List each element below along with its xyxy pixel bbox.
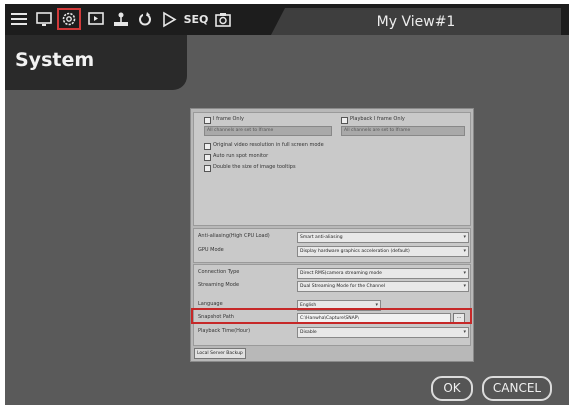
chevron-down-icon: ▾ [463,270,466,276]
chevron-down-icon: ▾ [463,329,466,335]
connection-type-value: Direct RMS(camera streaming mode [300,271,382,276]
antialias-select[interactable]: Smart anti-aliasing ▾ [297,232,469,243]
playback-time-label: Playback Time(Hour) [198,328,251,334]
antialias-label: Anti-aliasing(High CPU Load) [198,233,270,239]
app-window: SEQ My View#1 System I frame Only All ch… [5,4,569,405]
gpu-mode-label: GPU Mode [198,247,224,253]
streaming-mode-label: Streaming Mode [198,282,240,288]
top-toolbar: SEQ My View#1 [5,4,569,35]
streaming-mode-value: Dual Streaming Mode for the Channel [300,284,386,289]
monitor-icon[interactable] [34,9,54,29]
playback-iframe-only-checkbox[interactable] [341,117,348,124]
auto-run-spot-checkbox[interactable] [204,154,211,161]
play-icon[interactable] [160,9,178,29]
playback-icon[interactable] [86,9,106,29]
iframe-only-label: I frame Only [213,116,244,122]
language-label: Language [198,301,223,307]
settings-dialog: I frame Only All channels are set to Ifr… [190,108,474,362]
connection-section: Connection Type Direct RMS(camera stream… [193,264,471,346]
sync-icon[interactable] [135,9,155,29]
chevron-down-icon: ▾ [463,248,466,254]
original-resolution-checkbox[interactable] [204,143,211,150]
cancel-button[interactable]: CANCEL [482,376,552,401]
playback-note-field: All channels are set to Iframe [341,126,465,136]
system-panel-header: System [5,35,187,90]
settings-icon[interactable] [57,8,81,30]
ok-button[interactable]: OK [431,376,473,401]
page-title: System [15,49,95,71]
original-resolution-label: Original video resolution in full screen… [213,142,324,148]
display-options-section: I frame Only All channels are set to Ifr… [193,112,471,226]
connection-type-label: Connection Type [198,269,240,275]
antialias-value: Smart anti-aliasing [300,235,343,240]
connection-type-select[interactable]: Direct RMS(camera streaming mode ▾ [297,268,469,279]
menu-icon[interactable] [9,9,29,29]
view-tab-title: My View#1 [376,14,456,30]
chevron-down-icon: ▾ [463,283,466,289]
double-tooltip-label: Double the size of image tooltips [213,164,296,170]
playback-time-select[interactable]: Disable ▾ [297,327,469,338]
graphics-section: Anti-aliasing(High CPU Load) Smart anti-… [193,228,471,263]
network-icon[interactable] [111,9,131,29]
auto-run-spot-label: Auto run spot monitor [213,153,269,159]
double-tooltip-checkbox[interactable] [204,165,211,172]
local-server-backup-button[interactable]: Local Server Backup [194,348,246,359]
chevron-down-icon: ▾ [463,234,466,240]
streaming-mode-select[interactable]: Dual Streaming Mode for the Channel ▾ [297,281,469,292]
snapshot-path-highlight [191,308,472,324]
iframe-only-checkbox[interactable] [204,117,211,124]
playback-time-value: Disable [300,330,317,335]
iframe-note-field: All channels are set to Iframe [204,126,332,136]
snapshot-icon[interactable] [213,9,233,29]
gpu-mode-value: Display hardware graphics acceleration (… [300,249,410,254]
gpu-mode-select[interactable]: Display hardware graphics acceleration (… [297,246,469,257]
view-tab[interactable]: My View#1 [271,8,561,35]
playback-iframe-only-label: Playback I frame Only [350,116,405,122]
seq-button[interactable]: SEQ [183,9,209,29]
